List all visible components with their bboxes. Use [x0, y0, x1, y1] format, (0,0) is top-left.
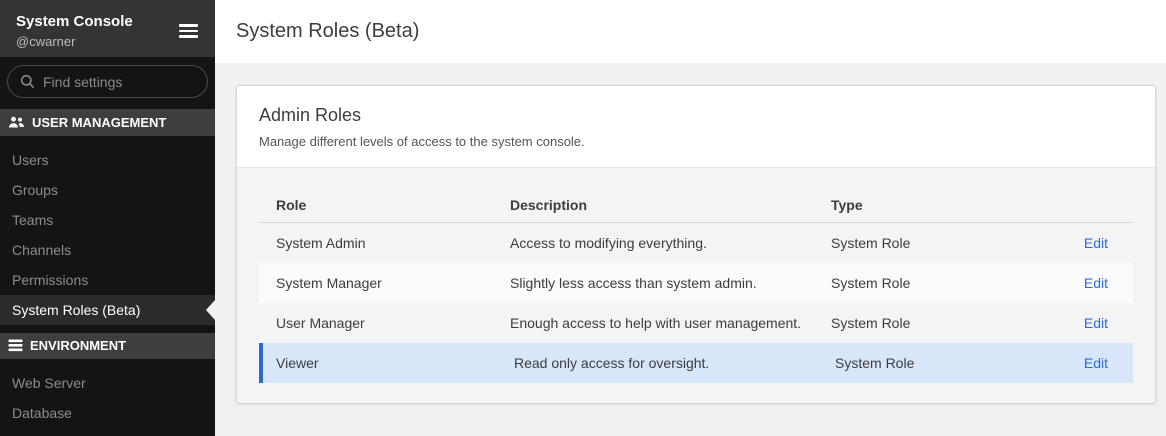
active-item-notch [206, 300, 215, 320]
table-header-row: Role Description Type [259, 187, 1133, 223]
sidebar-item-label: Database [12, 405, 72, 421]
table-row-system-admin[interactable]: System Admin Access to modifying everyth… [259, 223, 1133, 263]
sidebar-item-channels[interactable]: Channels [0, 235, 215, 265]
sidebar-item-web-server[interactable]: Web Server [0, 368, 215, 398]
roles-table: Role Description Type System Admin Acces… [259, 187, 1133, 383]
sidebar-header: System Console @cwarner [0, 0, 215, 57]
hamburger-menu-icon[interactable] [179, 24, 198, 38]
sidebar-item-database[interactable]: Database [0, 398, 215, 428]
table-row-viewer[interactable]: Viewer Read only access for oversight. S… [259, 343, 1133, 383]
page-header: System Roles (Beta) [215, 0, 1166, 63]
search-icon [20, 74, 35, 89]
role-type: System Role [814, 275, 1035, 291]
content-area: Admin Roles Manage different levels of a… [215, 63, 1166, 436]
role-name: System Manager [259, 275, 493, 291]
sidebar: System Console @cwarner USER MANAGEMENT … [0, 0, 215, 436]
search-input[interactable] [43, 74, 195, 90]
sidebar-item-label: Channels [12, 242, 71, 258]
page-title: System Roles (Beta) [236, 20, 419, 43]
sidebar-item-label: Teams [12, 212, 53, 228]
sidebar-item-permissions[interactable]: Permissions [0, 265, 215, 295]
edit-link[interactable]: Edit [1084, 355, 1108, 371]
admin-roles-card: Admin Roles Manage different levels of a… [236, 85, 1156, 404]
role-type: System Role [814, 235, 1035, 251]
card-title: Admin Roles [259, 105, 1133, 126]
current-user: @cwarner [16, 34, 199, 49]
edit-link[interactable]: Edit [1084, 315, 1108, 331]
sidebar-item-label: Users [12, 152, 49, 168]
role-description: Access to modifying everything. [493, 235, 814, 251]
sidebar-item-label: Groups [12, 182, 58, 198]
column-header-role: Role [259, 197, 493, 213]
column-header-description: Description [493, 197, 814, 213]
app-title: System Console [16, 12, 199, 31]
edit-link[interactable]: Edit [1084, 235, 1108, 251]
sidebar-item-label: Web Server [12, 375, 86, 391]
sidebar-items-user-management: Users Groups Teams Channels Permissions … [0, 136, 215, 333]
sidebar-section-environment: ENVIRONMENT [0, 333, 215, 359]
card-header: Admin Roles Manage different levels of a… [237, 86, 1155, 168]
sidebar-section-label: USER MANAGEMENT [32, 115, 166, 130]
search-container [0, 57, 215, 109]
server-stack-icon [8, 339, 23, 352]
column-header-type: Type [814, 197, 1035, 213]
role-description: Read only access for oversight. [497, 355, 818, 371]
sidebar-item-users[interactable]: Users [0, 145, 215, 175]
sidebar-item-label: System Roles (Beta) [12, 302, 140, 318]
sidebar-item-system-roles[interactable]: System Roles (Beta) [0, 295, 215, 325]
main-area: System Roles (Beta) Admin Roles Manage d… [215, 0, 1166, 436]
role-description: Slightly less access than system admin. [493, 275, 814, 291]
edit-link[interactable]: Edit [1084, 275, 1108, 291]
sidebar-section-user-management: USER MANAGEMENT [0, 109, 215, 135]
role-name: Viewer [263, 355, 497, 371]
role-name: System Admin [259, 235, 493, 251]
role-type: System Role [814, 315, 1035, 331]
role-name: User Manager [259, 315, 493, 331]
sidebar-items-environment: Web Server Database [0, 359, 215, 436]
sidebar-item-teams[interactable]: Teams [0, 205, 215, 235]
card-description: Manage different levels of access to the… [259, 134, 1133, 149]
table-row-system-manager[interactable]: System Manager Slightly less access than… [259, 263, 1133, 303]
sidebar-item-label: Permissions [12, 272, 88, 288]
search-box[interactable] [7, 65, 208, 98]
table-row-user-manager[interactable]: User Manager Enough access to help with … [259, 303, 1133, 343]
role-type: System Role [818, 355, 1035, 371]
roles-table-section: Role Description Type System Admin Acces… [237, 168, 1155, 403]
role-description: Enough access to help with user manageme… [493, 315, 814, 331]
sidebar-section-label: ENVIRONMENT [30, 338, 126, 353]
user-group-icon [8, 116, 25, 129]
sidebar-item-groups[interactable]: Groups [0, 175, 215, 205]
